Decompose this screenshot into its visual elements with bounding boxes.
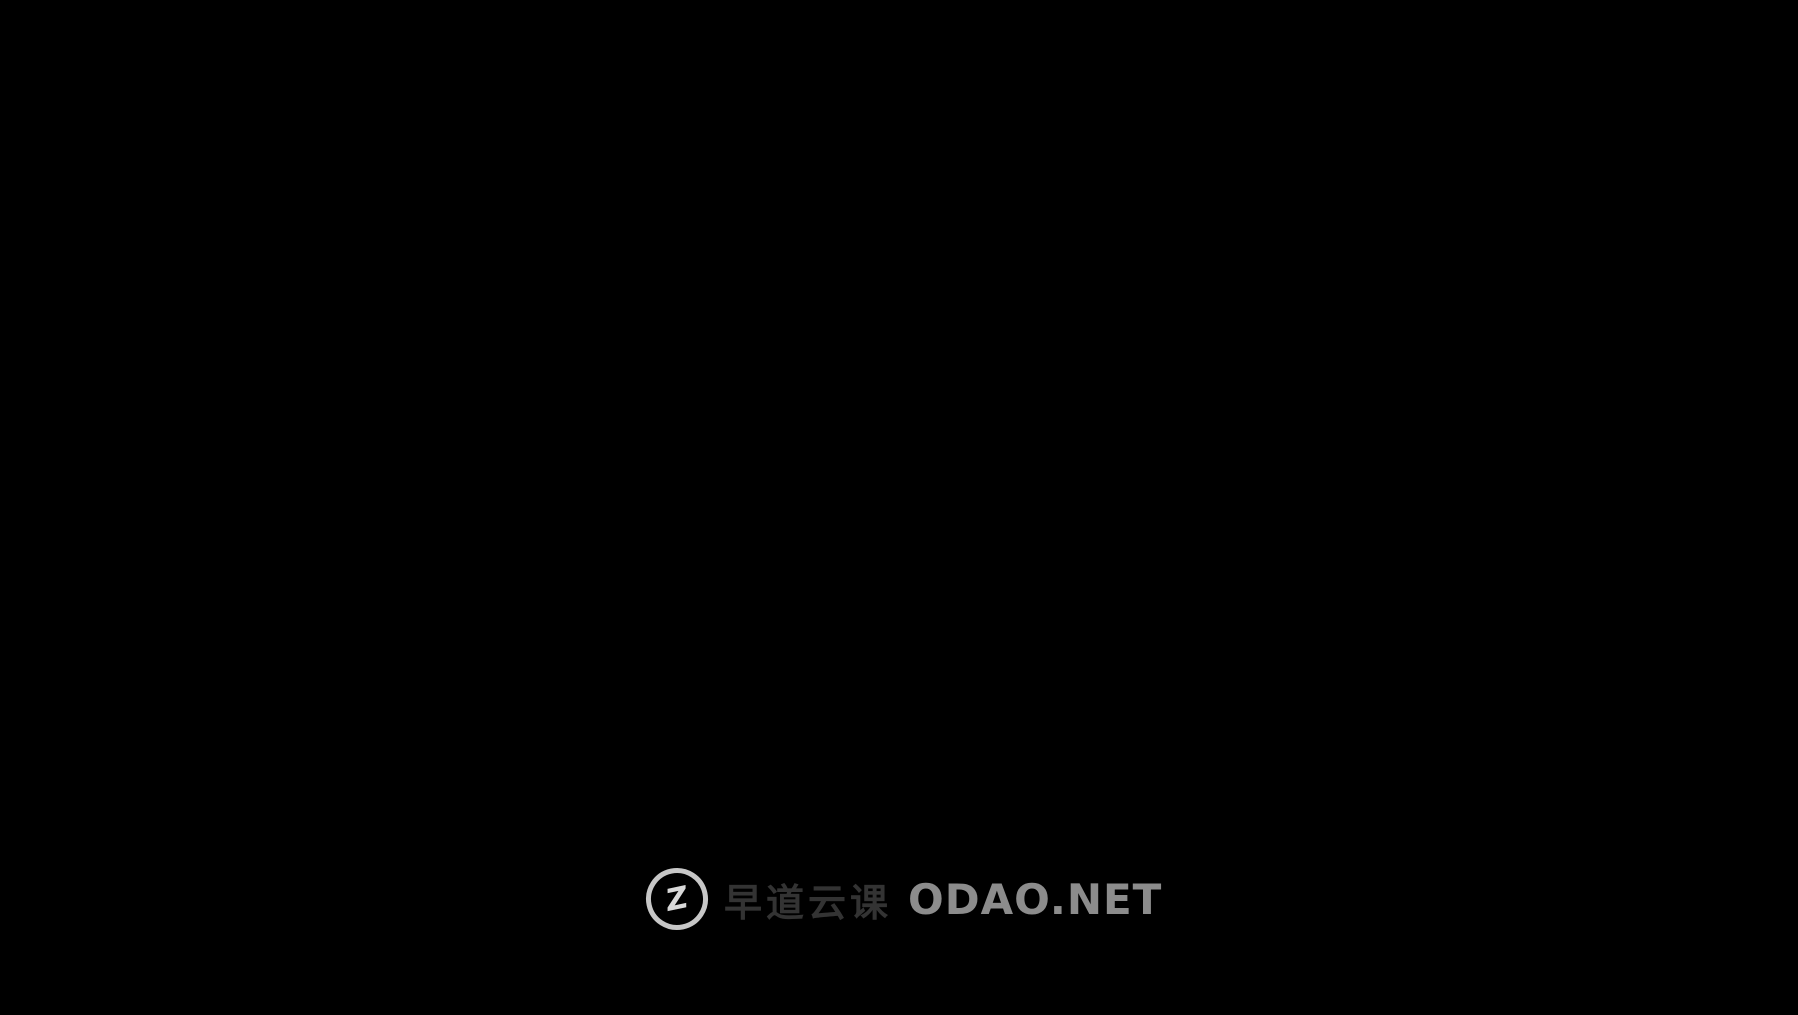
watermark: Z 早道云课 ODAO.NET	[646, 868, 1162, 930]
watermark-domain: ODAO.NET	[908, 875, 1162, 924]
watermark-cn-text: 早道云课	[724, 872, 892, 927]
watermark-z-logo-icon: Z	[640, 862, 714, 936]
screenshot-grid: Z 早道云课 ODAO.NET	[0, 0, 1798, 1015]
